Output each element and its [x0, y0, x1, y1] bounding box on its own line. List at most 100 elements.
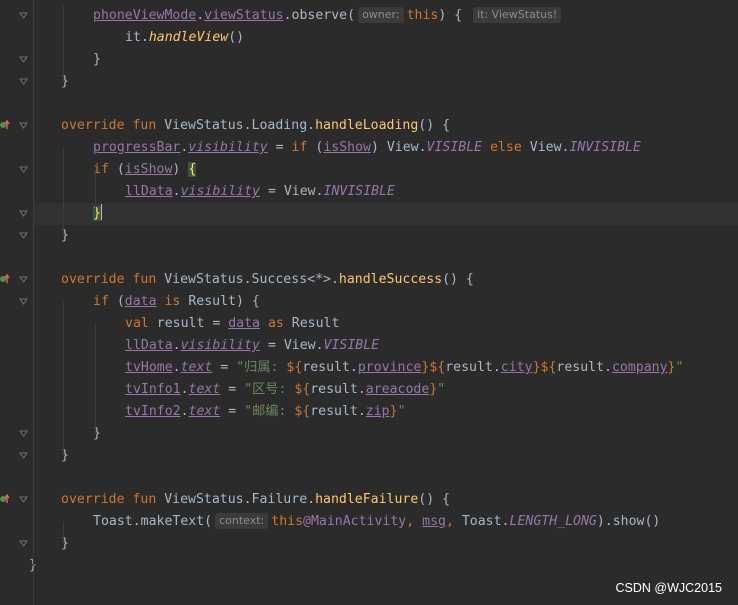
code-line[interactable]: } [34, 71, 738, 93]
code-token: () { [418, 118, 451, 133]
code-token: Toast.makeText( [93, 514, 213, 529]
code-token: VISIBLE [426, 140, 483, 155]
code-token: , [406, 514, 423, 529]
fold-marker-icon[interactable] [19, 451, 28, 460]
parameter-hint: it: ViewStatus! [473, 7, 562, 23]
code-line[interactable] [34, 247, 738, 269]
fold-marker-icon[interactable] [19, 231, 28, 240]
code-token: isShow [323, 140, 371, 155]
code-line[interactable]: it.handleView() [34, 27, 738, 49]
fold-marker-icon[interactable] [19, 77, 28, 86]
code-text: tvInfo2.text = "邮编: ${result.zip}" [125, 401, 406, 423]
code-line[interactable]: llData.visibility = View.VISIBLE [34, 335, 738, 357]
code-line[interactable]: tvInfo1.text = "区号: ${result.areacode}" [34, 379, 738, 401]
code-token: . [172, 338, 181, 353]
text-caret [100, 204, 102, 220]
code-line[interactable] [34, 467, 738, 489]
code-line[interactable]: if (data is Result) { [34, 291, 738, 313]
indent-guide [95, 324, 96, 434]
code-token: . [180, 404, 189, 419]
code-line[interactable]: } [34, 445, 738, 467]
code-text: if (data is Result) { [93, 291, 260, 313]
code-token: if [291, 140, 316, 155]
fold-marker-icon[interactable] [19, 539, 28, 548]
code-token: " [397, 404, 406, 419]
code-line[interactable]: } [29, 555, 738, 577]
code-token: city [500, 360, 533, 375]
code-token: Toast. [461, 514, 510, 529]
code-token: . [172, 360, 181, 375]
code-line[interactable]: } [34, 203, 738, 225]
code-text: } [93, 49, 101, 71]
fold-marker-icon[interactable] [19, 495, 28, 504]
override-method-icon[interactable] [0, 120, 10, 130]
fold-marker-icon[interactable] [19, 11, 28, 20]
code-token: = [212, 360, 237, 375]
code-token: result = [156, 316, 229, 331]
code-line[interactable]: } [34, 423, 738, 445]
code-token: is [156, 294, 189, 309]
code-token: = [220, 404, 245, 419]
code-token: ${ [294, 404, 311, 419]
code-token: { [188, 162, 197, 177]
code-token: . [172, 184, 181, 199]
code-line[interactable]: override fun ViewStatus.Success<*>.handl… [34, 269, 738, 291]
code-token: "区号: [244, 382, 295, 397]
code-line[interactable]: if (isShow) { [34, 159, 738, 181]
code-token: VISIBLE [323, 338, 380, 353]
code-line[interactable] [34, 93, 738, 115]
code-token: () [228, 30, 245, 45]
code-text: llData.visibility = View.VISIBLE [125, 335, 379, 357]
code-token: tvHome [125, 360, 173, 375]
code-token: . [283, 8, 292, 23]
code-token: " [437, 382, 446, 397]
parameter-hint: context: [215, 513, 269, 529]
code-token: text [188, 382, 221, 397]
code-text: tvHome.text = "归属: ${result.province}${r… [125, 357, 683, 379]
code-line[interactable]: } [34, 533, 738, 555]
fold-marker-icon[interactable] [19, 55, 28, 64]
code-token: handleFailure [315, 492, 419, 507]
code-token: = View. [260, 338, 324, 353]
code-line[interactable]: } [34, 49, 738, 71]
code-line[interactable]: Toast.makeText(context: this@MainActivity… [34, 511, 738, 533]
code-token: this [406, 8, 439, 23]
code-token: handleView [148, 30, 229, 45]
code-token: } [667, 360, 676, 375]
code-line[interactable]: override fun ViewStatus.Loading.handleLo… [34, 115, 738, 137]
code-token: else [482, 140, 530, 155]
code-token: }${ [421, 360, 446, 375]
fold-marker-icon[interactable] [19, 429, 28, 438]
code-token: ViewStatus.Failure. [164, 492, 316, 507]
code-token: if [93, 294, 117, 309]
fold-marker-icon[interactable] [19, 209, 28, 218]
code-line[interactable]: } [34, 225, 738, 247]
code-text: override fun ViewStatus.Failure.handleFa… [61, 489, 450, 511]
code-line[interactable]: llData.visibility = View.INVISIBLE [34, 181, 738, 203]
fold-marker-icon[interactable] [19, 275, 28, 284]
fold-marker-icon[interactable] [19, 297, 28, 306]
code-line[interactable]: phoneViewMode.viewStatus.observe(owner: t… [34, 5, 738, 27]
code-token: viewStatus [204, 8, 284, 23]
code-token: ) { [438, 8, 471, 23]
override-method-icon[interactable] [0, 274, 10, 284]
code-token: as [260, 316, 292, 331]
code-token: visibility [188, 140, 268, 155]
code-token: tvInfo1 [125, 382, 181, 397]
code-line[interactable]: override fun ViewStatus.Failure.handleFa… [34, 489, 738, 511]
code-token: result. [310, 404, 366, 419]
code-text: llData.visibility = View.INVISIBLE [125, 181, 395, 203]
code-token: val [125, 316, 157, 331]
override-method-icon[interactable] [0, 494, 10, 504]
code-line[interactable]: progressBar.visibility = if (isShow) Vie… [34, 137, 738, 159]
code-token: "邮编: [244, 404, 295, 419]
code-line[interactable]: tvInfo2.text = "邮编: ${result.zip}" [34, 401, 738, 423]
fold-marker-icon[interactable] [19, 121, 28, 130]
code-token: } [389, 404, 398, 419]
code-line[interactable]: tvHome.text = "归属: ${result.province}${r… [34, 357, 738, 379]
fold-marker-icon[interactable] [19, 165, 28, 174]
code-token: ${ [294, 382, 311, 397]
code-text: if (isShow) { [93, 159, 197, 181]
code-line[interactable]: val result = data as Result [34, 313, 738, 335]
code-token: override fun [61, 492, 165, 507]
